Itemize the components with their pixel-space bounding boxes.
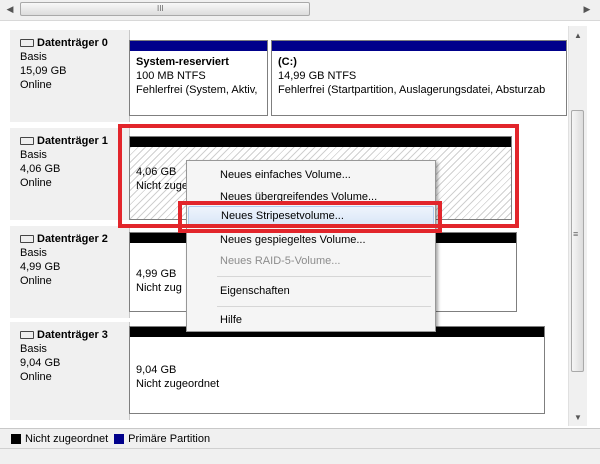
scroll-right-arrow-icon[interactable]: ▶ <box>580 2 594 16</box>
partition-unallocated-3[interactable]: 9,04 GB Nicht zugeordnet <box>129 326 545 414</box>
horizontal-scrollbar[interactable]: ◀ III ▶ <box>0 0 600 21</box>
highlight-box-striped-volume <box>178 201 442 233</box>
disk-info-3[interactable]: Datenträger 3 Basis 9,04 GB Online <box>10 322 130 420</box>
legend: Nicht zugeordnet Primäre Partition <box>0 428 600 448</box>
menu-separator <box>217 306 431 307</box>
partition-system-reserved[interactable]: System-reserviert 100 MB NTFS Fehlerfrei… <box>129 40 268 116</box>
partition-title: (C:) <box>278 56 297 68</box>
partition-state: Fehlerfrei (Startpartition, Auslagerungs… <box>278 84 546 96</box>
partition-detail: 100 MB NTFS <box>136 70 206 82</box>
disk-row-0: Datenträger 0 Basis 15,09 GB Online Syst… <box>5 30 567 122</box>
legend-label: Primäre Partition <box>128 432 211 445</box>
disk-size: 15,09 GB <box>20 65 67 77</box>
partition-c[interactable]: (C:) 14,99 GB NTFS Fehlerfrei (Startpart… <box>271 40 567 116</box>
legend-swatch-blue <box>114 433 125 444</box>
legend-label: Nicht zugeordnet <box>25 432 109 445</box>
disk-size: 4,06 GB <box>20 163 61 175</box>
menu-separator <box>217 276 431 277</box>
scroll-grip: III <box>157 4 164 13</box>
disk-name: Datenträger 2 <box>37 233 108 245</box>
partition-state: Fehlerfrei (System, Aktiv, <box>136 84 258 96</box>
partition-detail: 9,04 GB <box>136 364 177 376</box>
disk-size: 4,99 GB <box>20 261 61 273</box>
legend-item-unallocated: Nicht zugeordnet <box>11 433 108 445</box>
disk-icon <box>20 137 34 145</box>
menu-item-properties[interactable]: Eigenschaften <box>188 281 434 301</box>
disk-status: Online <box>20 371 52 383</box>
disk-status: Online <box>20 275 52 287</box>
partition-detail: 14,99 GB NTFS <box>278 70 357 82</box>
disk-icon <box>20 235 34 243</box>
disk-type: Basis <box>20 343 47 355</box>
disk-info-0[interactable]: Datenträger 0 Basis 15,09 GB Online <box>10 30 130 122</box>
disk-name: Datenträger 3 <box>37 329 108 341</box>
disk-name: Datenträger 0 <box>37 37 108 49</box>
legend-item-primary: Primäre Partition <box>114 433 210 445</box>
scroll-left-arrow-icon[interactable]: ◀ <box>3 2 17 16</box>
vertical-scrollbar[interactable]: ▲ ≡ ▼ <box>568 26 587 426</box>
horizontal-scroll-thumb[interactable]: III <box>20 2 310 16</box>
disk-status: Online <box>20 177 52 189</box>
legend-swatch-black <box>11 433 21 444</box>
menu-item-new-raid5-volume[interactable]: Neues RAID-5-Volume... <box>188 251 434 271</box>
disk-info-2[interactable]: Datenträger 2 Basis 4,99 GB Online <box>10 226 130 318</box>
disk-icon <box>20 331 34 339</box>
disk-type: Basis <box>20 247 47 259</box>
disk-type: Basis <box>20 149 47 161</box>
disk-name: Datenträger 1 <box>37 135 108 147</box>
disk-row-3: Datenträger 3 Basis 9,04 GB Online 9,04 … <box>5 322 567 420</box>
disk-info-1[interactable]: Datenträger 1 Basis 4,06 GB Online <box>10 128 130 220</box>
scroll-grip-icon: ≡ <box>573 229 579 239</box>
disk-icon <box>20 39 34 47</box>
primary-partition-bar <box>130 41 267 51</box>
primary-partition-bar <box>272 41 566 51</box>
disk-status: Online <box>20 79 52 91</box>
scroll-up-arrow-icon[interactable]: ▲ <box>569 28 587 44</box>
status-bar <box>0 448 600 464</box>
partition-title: System-reserviert <box>136 56 229 68</box>
menu-item-new-mirrored-volume[interactable]: Neues gespiegeltes Volume... <box>188 230 434 250</box>
disk-type: Basis <box>20 51 47 63</box>
vertical-scroll-thumb[interactable]: ≡ <box>571 110 584 372</box>
menu-item-help[interactable]: Hilfe <box>188 310 434 330</box>
partition-state: Nicht zugeordnet <box>136 378 220 390</box>
disk-size: 9,04 GB <box>20 357 61 369</box>
scroll-down-arrow-icon[interactable]: ▼ <box>569 410 587 426</box>
